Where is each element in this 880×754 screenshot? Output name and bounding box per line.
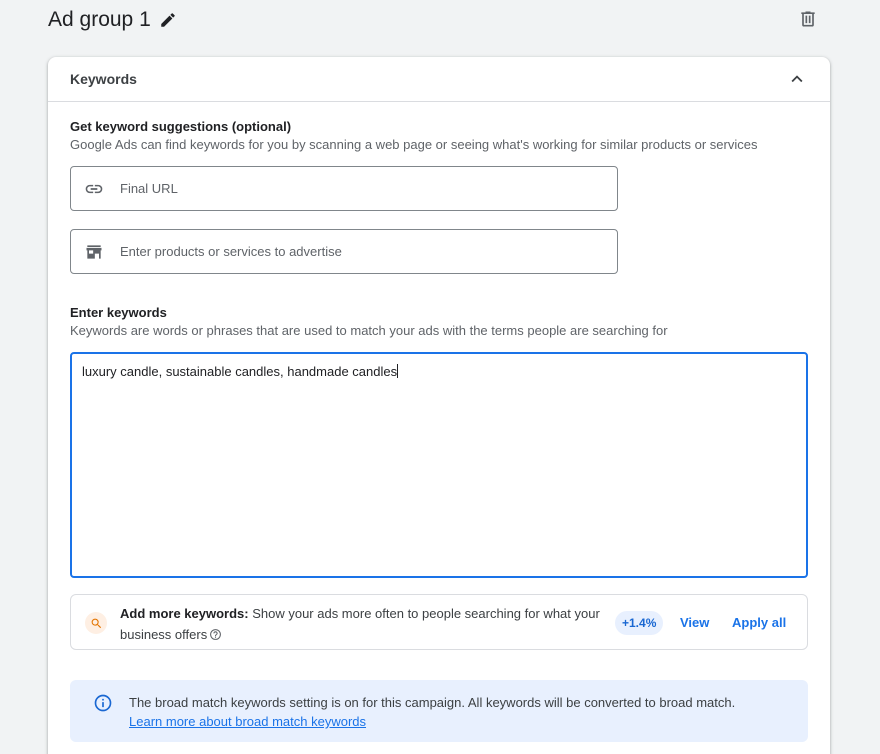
keywords-card-title: Keywords	[70, 71, 137, 87]
add-more-keywords-label: Add more keywords:	[120, 606, 249, 621]
broad-match-info-banner: The broad match keywords setting is on f…	[70, 680, 808, 742]
search-icon	[91, 618, 101, 628]
keywords-card-header[interactable]: Keywords	[48, 57, 830, 102]
keywords-text: luxury candle, sustainable candles, hand…	[82, 364, 398, 379]
suggestions-title: Get keyword suggestions (optional)	[70, 119, 292, 134]
ad-group-title: Ad group 1	[48, 8, 151, 31]
storefront-icon	[86, 244, 102, 259]
suggestions-description: Google Ads can find keywords for you by …	[70, 137, 758, 152]
view-suggestions-button[interactable]: View	[680, 615, 709, 630]
broad-match-learn-more-link[interactable]: Learn more about broad match keywords	[129, 712, 735, 731]
traffic-increase-badge: +1.4%	[615, 611, 664, 635]
broad-match-message: The broad match keywords setting is on f…	[129, 695, 736, 710]
keywords-card: Keywords Get keyword suggestions (option…	[48, 57, 830, 754]
enter-keywords-title: Enter keywords	[70, 305, 167, 320]
keywords-textarea[interactable]: luxury candle, sustainable candles, hand…	[70, 352, 808, 578]
text-caret	[397, 364, 399, 378]
final-url-input[interactable]	[120, 181, 600, 196]
add-more-keywords-text: Add more keywords: Show your ads more of…	[120, 603, 620, 645]
suggestion-icon-badge	[85, 612, 107, 634]
final-url-field[interactable]	[70, 166, 618, 211]
chevron-up-icon[interactable]	[786, 68, 808, 90]
ad-group-header: Ad group 1	[48, 6, 177, 34]
help-circle-icon[interactable]	[209, 628, 222, 641]
trash-icon[interactable]	[798, 9, 818, 29]
apply-all-button[interactable]: Apply all	[732, 615, 786, 630]
pencil-icon[interactable]	[159, 11, 177, 29]
products-services-field[interactable]	[70, 229, 618, 274]
broad-match-info-text: The broad match keywords setting is on f…	[129, 693, 735, 731]
enter-keywords-description: Keywords are words or phrases that are u…	[70, 323, 668, 338]
info-icon	[94, 694, 112, 712]
add-more-keywords-suggestion: Add more keywords: Show your ads more of…	[70, 594, 808, 650]
products-services-input[interactable]	[120, 244, 600, 259]
link-icon	[85, 184, 103, 193]
